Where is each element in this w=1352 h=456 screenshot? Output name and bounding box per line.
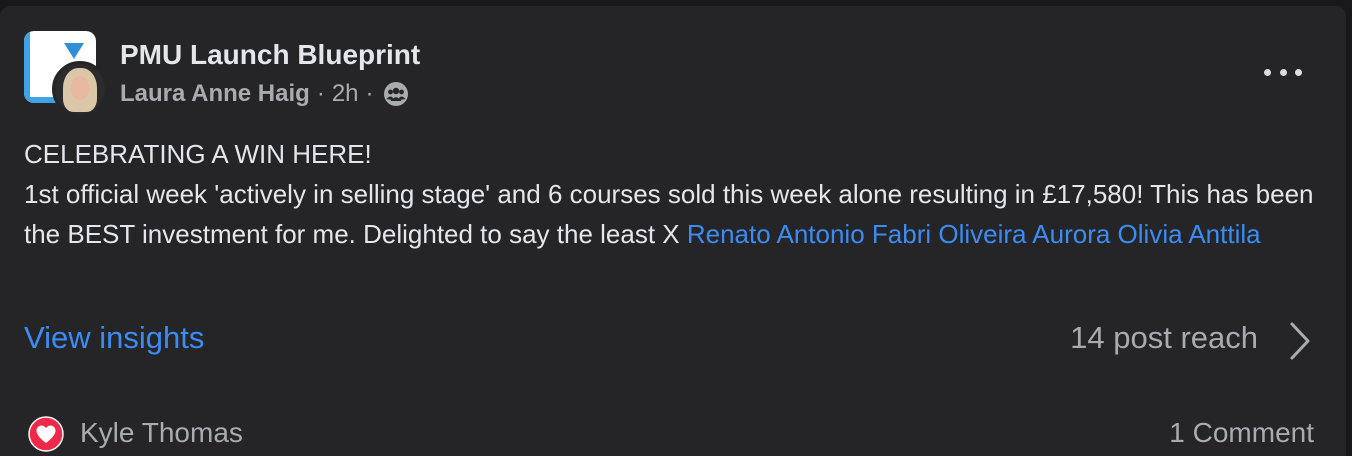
post-body-paragraph: 1st official week 'actively in selling s… xyxy=(24,174,1314,254)
group-icon[interactable] xyxy=(383,81,409,107)
post-body-line: CELEBRATING A WIN HERE! xyxy=(24,139,372,169)
meta-separator: · xyxy=(365,80,374,107)
reactor-name[interactable]: Kyle Thomas xyxy=(80,417,243,449)
mention-link[interactable]: Aurora Olivia Anttila xyxy=(1032,219,1260,249)
chevron-right-icon[interactable] xyxy=(1286,320,1314,362)
mention-link[interactable]: Renato Antonio Fabri Oliveira xyxy=(687,219,1027,249)
comment-count[interactable]: 1 Comment xyxy=(1169,417,1314,449)
post-card: PMU Launch Blueprint Laura Anne Haig · 2… xyxy=(0,6,1346,456)
post-time[interactable]: 2h xyxy=(332,80,359,108)
more-dots-icon[interactable] xyxy=(1262,60,1304,84)
post-body: CELEBRATING A WIN HERE! 1st official wee… xyxy=(24,134,1314,254)
post-meta: Laura Anne Haig · 2h · xyxy=(120,80,409,108)
heart-reaction-icon[interactable] xyxy=(28,416,64,452)
view-insights-link[interactable]: View insights xyxy=(24,320,204,356)
author-avatar[interactable] xyxy=(52,61,108,117)
post-avatar-group[interactable] xyxy=(24,31,108,117)
author-name-link[interactable]: Laura Anne Haig xyxy=(120,80,310,108)
meta-separator: · xyxy=(316,80,325,107)
group-name-link[interactable]: PMU Launch Blueprint xyxy=(120,39,420,71)
post-reach[interactable]: 14 post reach xyxy=(1070,320,1258,356)
group-logo-icon xyxy=(64,43,84,59)
